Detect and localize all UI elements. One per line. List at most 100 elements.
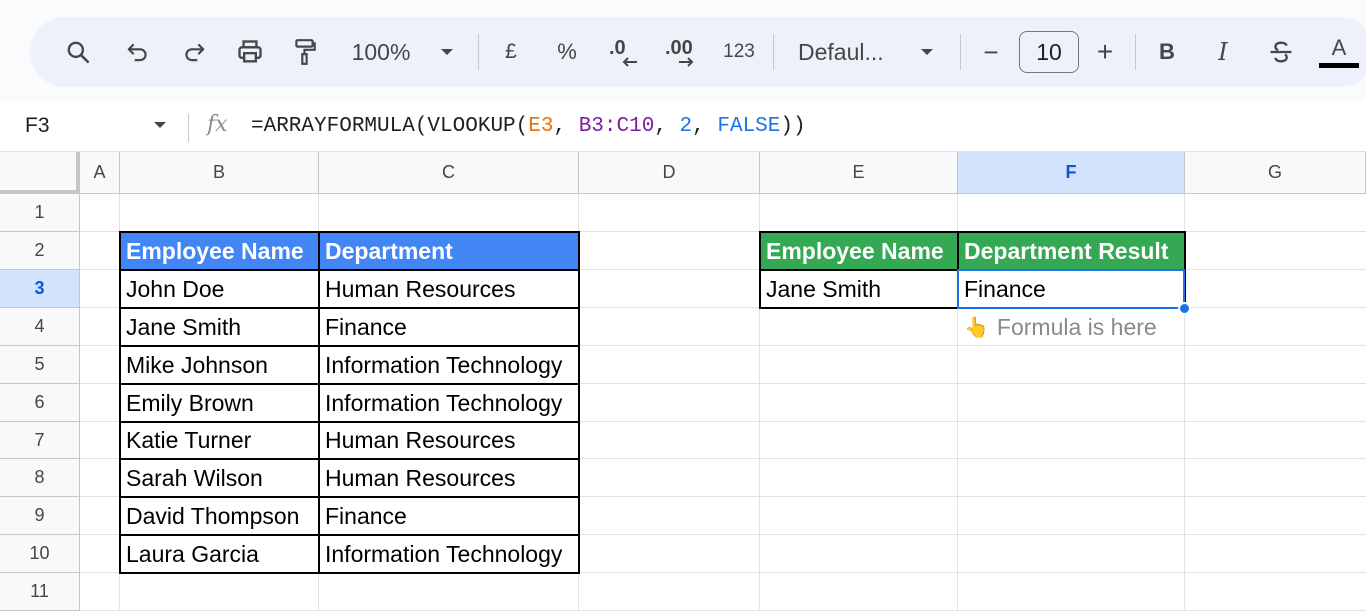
table-cell-department[interactable]: Human Resources bbox=[319, 422, 579, 459]
row-header-2[interactable]: 2 bbox=[0, 232, 80, 270]
search-icon bbox=[67, 41, 90, 64]
table-cell-department[interactable]: Finance bbox=[319, 497, 579, 535]
column-header-d[interactable]: D bbox=[579, 152, 760, 194]
table-border bbox=[119, 269, 580, 271]
text-color-button[interactable]: A bbox=[1317, 17, 1361, 87]
font-dropdown[interactable] bbox=[912, 17, 942, 87]
name-box[interactable]: F3 bbox=[25, 114, 50, 138]
table-cell-name[interactable]: Sarah Wilson bbox=[120, 459, 319, 497]
undo-button[interactable] bbox=[118, 17, 158, 87]
font-size-input[interactable]: 10 bbox=[1019, 31, 1079, 73]
table-border bbox=[119, 421, 580, 423]
formula-bar: F3 fx =ARRAYFORMULA(VLOOKUP(E3, B3:C10, … bbox=[0, 102, 1366, 152]
cell-e3-input[interactable]: Jane Smith bbox=[760, 270, 958, 308]
cell-b2-header[interactable]: Employee Name bbox=[120, 232, 319, 270]
row-header-5[interactable]: 5 bbox=[0, 346, 80, 384]
search-menus-button[interactable] bbox=[58, 17, 98, 87]
table-cell-name[interactable]: John Doe bbox=[120, 270, 319, 308]
print-button[interactable] bbox=[230, 17, 270, 87]
text-color-swatch bbox=[1319, 62, 1359, 68]
row-header-7[interactable]: 7 bbox=[0, 422, 80, 459]
formula-sep: , bbox=[654, 115, 680, 138]
formula-sep: , bbox=[553, 115, 579, 138]
font-family-select[interactable]: Defaul... bbox=[798, 17, 900, 87]
formula-sep: , bbox=[692, 115, 718, 138]
cell-c2-header[interactable]: Department bbox=[319, 232, 579, 270]
row-header-6[interactable]: 6 bbox=[0, 384, 80, 422]
cell-f3-result[interactable]: Finance bbox=[958, 270, 1185, 308]
table-cell-department[interactable]: Information Technology bbox=[319, 346, 579, 384]
table-cell-department[interactable]: Information Technology bbox=[319, 384, 579, 422]
increase-decimal-icon: .00 bbox=[663, 34, 701, 70]
caret-down-icon[interactable] bbox=[152, 120, 168, 130]
decrease-decimal-button[interactable]: .0 bbox=[605, 17, 645, 87]
zoom-value[interactable]: 100% bbox=[346, 17, 416, 87]
table-border bbox=[119, 345, 580, 347]
fx-icon: fx bbox=[207, 112, 228, 137]
strikethrough-button[interactable] bbox=[1264, 17, 1298, 87]
formula-index: 2 bbox=[679, 115, 693, 138]
column-header-e[interactable]: E bbox=[760, 152, 958, 194]
formula-note-text: Formula is here bbox=[996, 313, 1157, 340]
row-header-10[interactable]: 10 bbox=[0, 535, 80, 573]
formula-bool: FALSE bbox=[717, 115, 781, 138]
column-header-g[interactable]: G bbox=[1185, 152, 1366, 194]
table-border bbox=[119, 383, 580, 385]
sheet-grid: A B C D E F G 1 2 3 4 5 6 7 8 9 10 11 Em… bbox=[0, 152, 1366, 611]
table-cell-name[interactable]: David Thompson bbox=[120, 497, 319, 535]
paint-format-button[interactable] bbox=[285, 17, 325, 87]
decrease-font-size-button[interactable]: − bbox=[976, 17, 1006, 87]
row-header-11[interactable]: 11 bbox=[0, 573, 80, 611]
increase-font-size-button[interactable]: + bbox=[1090, 17, 1120, 87]
caret-down-icon bbox=[441, 49, 453, 55]
table-cell-name[interactable]: Jane Smith bbox=[120, 308, 319, 346]
row-header-1[interactable]: 1 bbox=[0, 194, 80, 232]
table-cell-name[interactable]: Laura Garcia bbox=[120, 535, 319, 573]
column-header-a[interactable]: A bbox=[80, 152, 120, 194]
increase-decimal-button[interactable]: .00 bbox=[662, 17, 702, 87]
select-all-corner[interactable] bbox=[0, 152, 80, 194]
row-header-4[interactable]: 4 bbox=[0, 308, 80, 346]
formula-input[interactable]: =ARRAYFORMULA(VLOOKUP(E3, B3:C10, 2, FAL… bbox=[251, 115, 806, 138]
toolbar-area: 100% £ % .0 .00 123 Defaul... − 10 + B I… bbox=[0, 0, 1366, 102]
table-cell-name[interactable]: Emily Brown bbox=[120, 384, 319, 422]
table-border bbox=[119, 534, 580, 536]
toolbar-divider bbox=[960, 34, 961, 70]
table-cell-name[interactable]: Katie Turner bbox=[120, 422, 319, 459]
formula-suffix: )) bbox=[780, 115, 806, 138]
cell-e2-header[interactable]: Employee Name bbox=[760, 232, 958, 270]
column-header-c[interactable]: C bbox=[319, 152, 579, 194]
column-header-f[interactable]: F bbox=[958, 152, 1185, 194]
table-cell-department[interactable]: Human Resources bbox=[319, 270, 579, 308]
cell-f2-header[interactable]: Department Result bbox=[958, 232, 1185, 270]
formula-note[interactable]: 👆 Formula is here bbox=[958, 308, 1185, 346]
redo-icon bbox=[185, 43, 205, 62]
bold-button[interactable]: B bbox=[1152, 17, 1182, 87]
format-currency-button[interactable]: £ bbox=[496, 17, 526, 87]
format-percent-button[interactable]: % bbox=[552, 17, 582, 87]
formula-ref-e3: E3 bbox=[528, 115, 554, 138]
table-border bbox=[119, 496, 580, 498]
strikethrough-icon bbox=[1270, 41, 1292, 63]
pointing-up-icon: 👆 bbox=[964, 316, 989, 339]
paint-roller-icon bbox=[295, 39, 316, 65]
toolbar: 100% £ % .0 .00 123 Defaul... − 10 + B I… bbox=[30, 17, 1366, 87]
italic-button[interactable]: I bbox=[1208, 17, 1238, 87]
table-cell-name[interactable]: Mike Johnson bbox=[120, 346, 319, 384]
column-header-b[interactable]: B bbox=[120, 152, 319, 194]
print-icon bbox=[238, 40, 262, 63]
text-color-label: A bbox=[1331, 34, 1347, 60]
more-formats-button[interactable]: 123 bbox=[718, 17, 760, 87]
lookup-border bbox=[759, 269, 1186, 271]
row-header-8[interactable]: 8 bbox=[0, 459, 80, 497]
redo-button[interactable] bbox=[174, 17, 214, 87]
table-cell-department[interactable]: Human Resources bbox=[319, 459, 579, 497]
row-header-3[interactable]: 3 bbox=[0, 270, 80, 308]
decrease-decimal-icon: .0 bbox=[607, 34, 643, 70]
table-border bbox=[119, 307, 580, 309]
row-header-9[interactable]: 9 bbox=[0, 497, 80, 535]
fill-handle[interactable] bbox=[1178, 302, 1191, 315]
table-cell-department[interactable]: Finance bbox=[319, 308, 579, 346]
zoom-dropdown[interactable] bbox=[432, 17, 462, 87]
table-cell-department[interactable]: Information Technology bbox=[319, 535, 579, 573]
